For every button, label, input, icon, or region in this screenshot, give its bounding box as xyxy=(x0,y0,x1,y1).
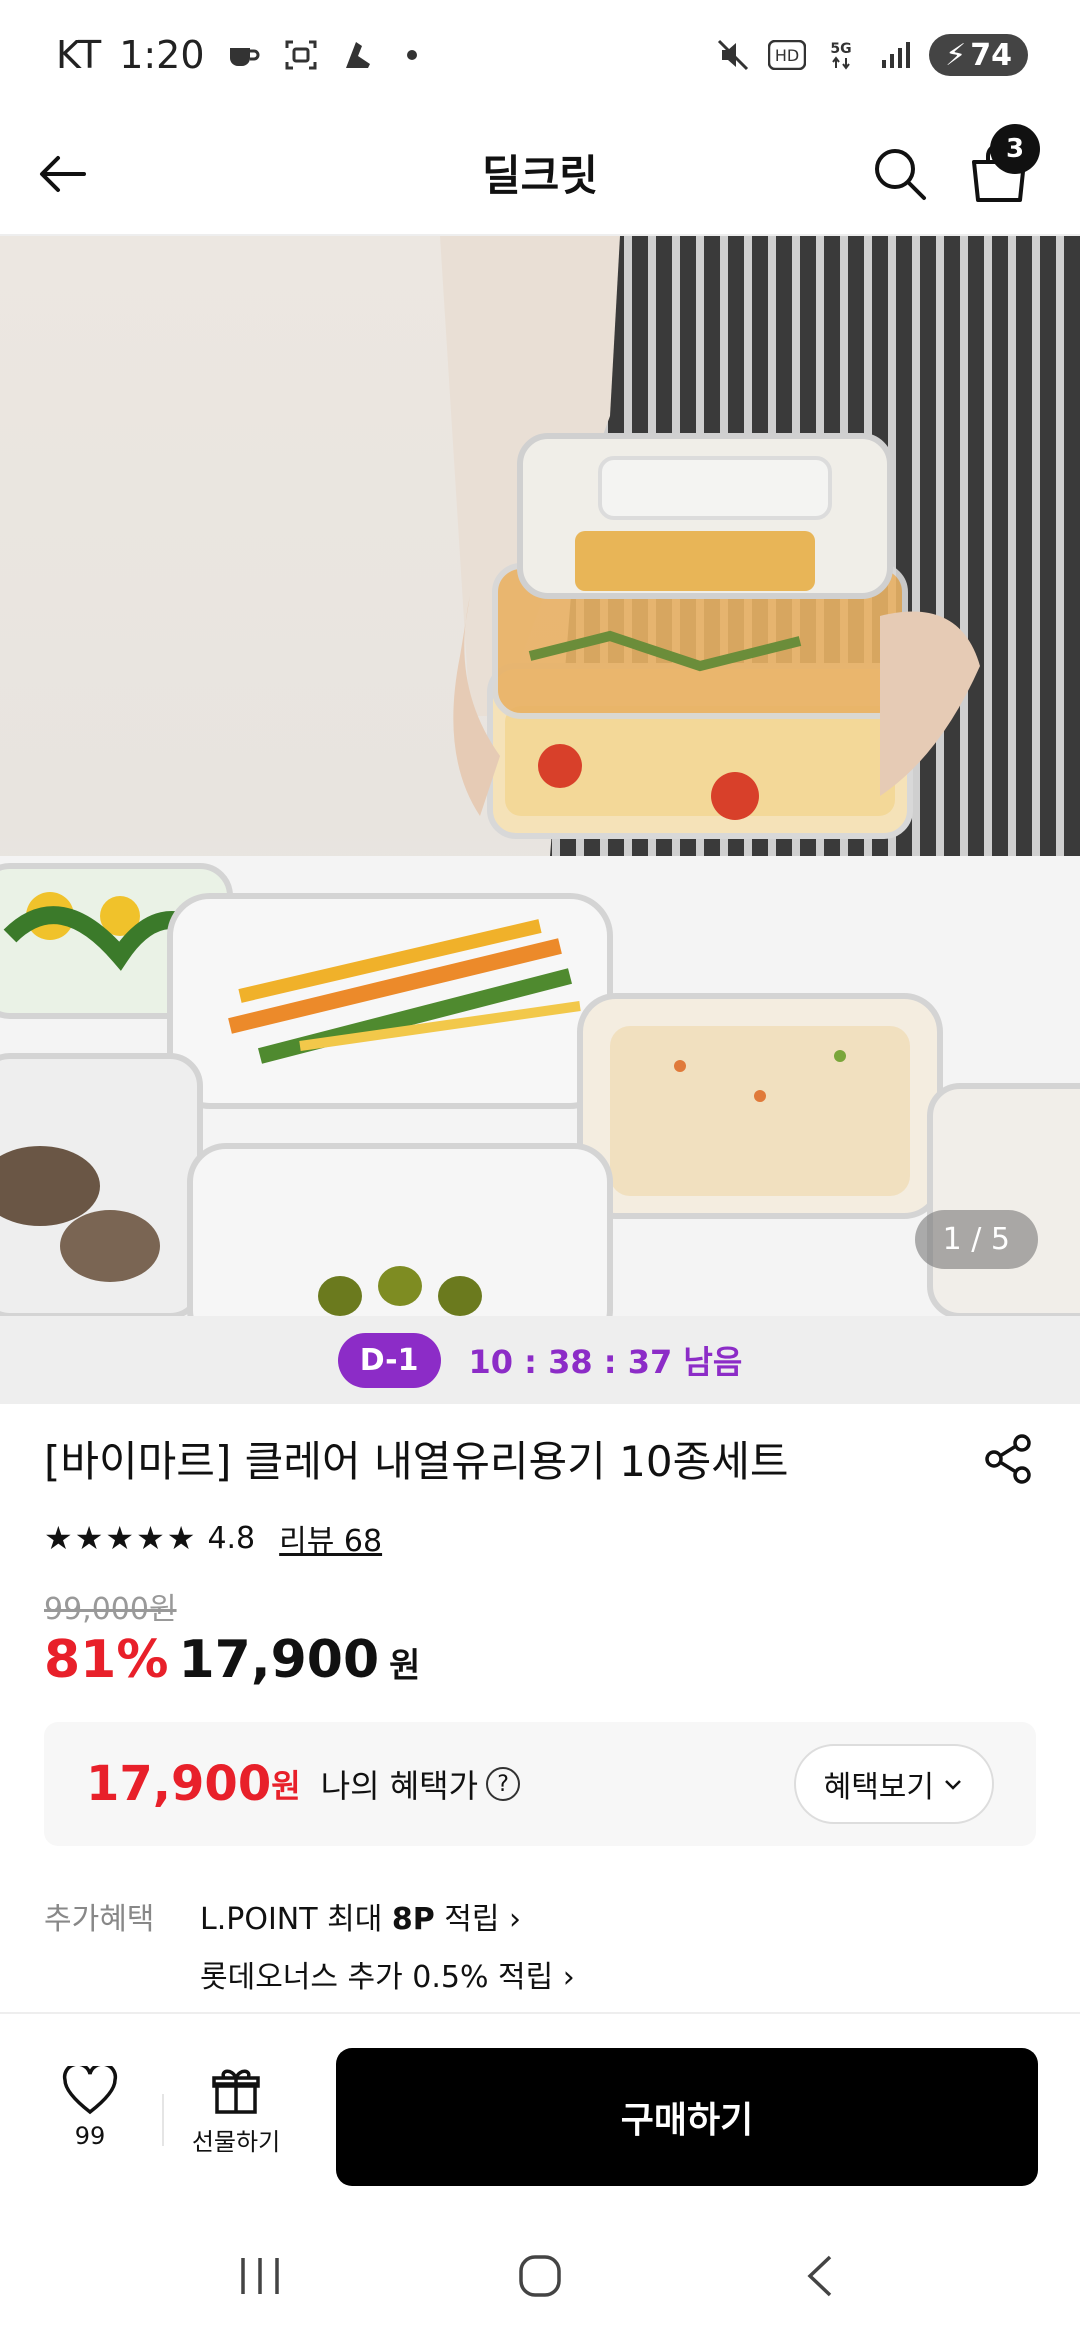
divider xyxy=(162,2094,164,2146)
lpoint-suffix: 적립 › xyxy=(434,1902,521,1937)
svg-text:5G: 5G xyxy=(831,41,852,57)
rating-row: ★★★★★ 4.8 리뷰 68 xyxy=(44,1516,382,1560)
countdown-text: 10 : 38 : 37 남음 xyxy=(468,1343,743,1381)
recent-apps-button[interactable] xyxy=(230,2246,290,2306)
lpoint-amount: 8P xyxy=(391,1902,435,1937)
view-benefits-button[interactable]: 혜택보기 xyxy=(793,1744,994,1824)
mute-icon xyxy=(713,35,753,75)
heart-icon xyxy=(62,2062,118,2115)
svg-text:HD: HD xyxy=(775,46,799,65)
back-nav-button[interactable] xyxy=(790,2246,850,2306)
product-image[interactable]: 1 / 5 xyxy=(0,236,1080,1316)
benefit-label: 나의 혜택가 xyxy=(320,1767,479,1805)
arrow-left-icon xyxy=(40,156,86,192)
price-row: 81% 17,900 원 xyxy=(44,1630,420,1690)
search-button[interactable] xyxy=(870,144,930,204)
home-button[interactable] xyxy=(510,2246,570,2306)
help-icon[interactable]: ? xyxy=(486,1767,521,1801)
search-icon xyxy=(875,149,926,200)
discount-rate: 81% xyxy=(44,1630,169,1690)
notification-dot-icon xyxy=(406,50,417,60)
share-icon xyxy=(985,1433,1031,1484)
view-benefits-label: 혜택보기 xyxy=(823,1770,934,1805)
gift-label: 선물하기 xyxy=(191,2128,281,2156)
back-button[interactable] xyxy=(36,146,92,202)
my-benefit-box: 17,900 원 나의 혜택가 ? 혜택보기 xyxy=(44,1722,1036,1846)
product-title: [바이마르] 클레어 내열유리용기 10종세트 xyxy=(44,1437,789,1486)
battery-indicator: ⚡ 74 xyxy=(929,34,1028,76)
clock: 1:20 xyxy=(119,33,205,77)
image-counter: 1 / 5 xyxy=(914,1210,1038,1269)
rating-value: 4.8 xyxy=(207,1520,256,1556)
shoe-icon xyxy=(339,35,379,75)
gift-icon xyxy=(212,2069,260,2114)
cart-button[interactable]: 3 xyxy=(966,124,1040,206)
recent-apps-icon xyxy=(241,2258,279,2294)
product-photo xyxy=(0,236,1080,1316)
coffee-icon xyxy=(223,35,263,75)
extra-benefits-label: 추가혜택 xyxy=(44,1902,155,1937)
gift-button[interactable]: 선물하기 xyxy=(186,2066,286,2157)
battery-level: 74 xyxy=(970,37,1012,73)
status-left: KT 1:20 xyxy=(56,33,417,77)
review-link[interactable]: 리뷰 68 xyxy=(279,1516,382,1560)
chevron-down-icon xyxy=(945,1780,961,1790)
lpoint-prefix: L.POINT 최대 xyxy=(200,1902,392,1937)
deal-timer-bar: D-1 10 : 38 : 37 남음 xyxy=(0,1316,1080,1404)
status-right: HD 5G ⚡ 74 xyxy=(713,34,1028,76)
cart-count-badge: 3 xyxy=(990,124,1040,174)
app-bar: 딜크릿 3 xyxy=(0,110,1080,236)
carrier-label: KT xyxy=(56,33,102,77)
signal-icon xyxy=(875,35,915,75)
wishlist-count: 99 xyxy=(74,2122,106,2150)
screenshot-icon xyxy=(281,35,321,75)
battery-charging-icon: ⚡ xyxy=(945,37,967,73)
sale-price: 17,900 xyxy=(178,1630,380,1690)
page-title: 딜크릿 xyxy=(482,150,598,200)
benefit-price: 17,900 xyxy=(86,1756,272,1812)
original-price: 99,000원 xyxy=(44,1592,177,1627)
5g-icon: 5G xyxy=(821,35,861,75)
star-rating-icon: ★★★★★ xyxy=(44,1519,198,1557)
benefit-price-unit: 원 xyxy=(271,1767,301,1805)
lpoint-benefit-link[interactable]: L.POINT 최대 8P 적립 › xyxy=(200,1894,521,1938)
hd-icon: HD xyxy=(767,35,807,75)
system-nav-bar xyxy=(0,2212,1080,2340)
wishlist-button[interactable]: 99 xyxy=(50,2062,130,2150)
bottom-action-bar: 99 선물하기 구매하기 xyxy=(0,2012,1080,2212)
status-bar: KT 1:20 HD 5G ⚡ 74 xyxy=(0,0,1080,110)
lotte-owners-benefit-link[interactable]: 롯데오너스 추가 0.5% 적립 › xyxy=(200,1952,575,1996)
chevron-left-icon xyxy=(807,2255,832,2297)
share-button[interactable] xyxy=(980,1431,1036,1487)
home-icon xyxy=(519,2255,561,2297)
product-title-row: [바이마르] 클레어 내열유리용기 10종세트 xyxy=(44,1428,1036,1489)
dday-badge: D-1 xyxy=(337,1332,441,1388)
price-unit: 원 xyxy=(389,1646,421,1686)
buy-button[interactable]: 구매하기 xyxy=(336,2048,1038,2186)
